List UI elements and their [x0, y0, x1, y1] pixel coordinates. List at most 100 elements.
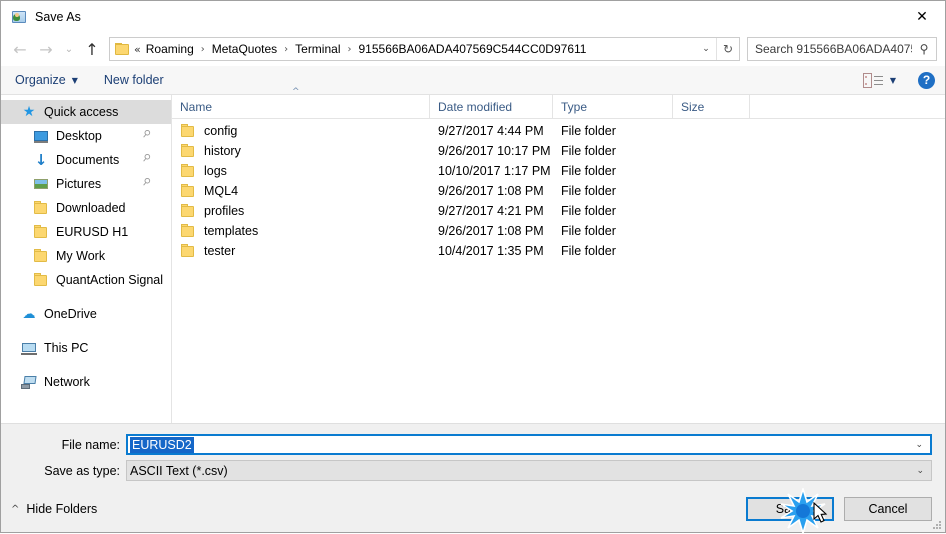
navigation-pane: ★ Quick access Desktop ⚲ ↓ Documents ⚲ P… — [1, 95, 172, 423]
breadcrumb-item-metaquotes[interactable]: MetaQuotes — [210, 42, 279, 56]
sidebar-item-label: My Work — [56, 249, 106, 263]
resize-grip[interactable] — [931, 519, 941, 529]
forward-button[interactable]: → — [33, 36, 59, 62]
breadcrumb-overflow-icon[interactable]: « — [134, 43, 144, 56]
address-dropdown-icon[interactable]: ⌄ — [696, 38, 716, 60]
sidebar-item-documents[interactable]: ↓ Documents ⚲ — [1, 148, 171, 172]
column-headers: Name ^ Date modified Type Size — [172, 87, 945, 119]
back-button[interactable]: ← — [7, 36, 33, 62]
column-header-name[interactable]: Name ^ — [172, 87, 430, 118]
file-date-cell: 9/27/2017 4:44 PM — [438, 124, 544, 138]
folder-icon — [180, 223, 196, 239]
folder-icon — [180, 123, 196, 139]
view-layout-icon[interactable] — [862, 72, 883, 88]
cloud-icon: ☁ — [22, 307, 36, 322]
sidebar-item-quick-access[interactable]: ★ Quick access — [1, 100, 171, 124]
file-name-label: MQL4 — [204, 184, 239, 198]
file-name-row: File name: EURUSD2 ⌄ — [1, 434, 932, 455]
column-header-type[interactable]: Type — [553, 95, 673, 118]
sort-ascending-icon: ^ — [292, 87, 300, 97]
sidebar-item-quantaction-signal[interactable]: QuantAction Signal — [1, 268, 171, 292]
star-icon: ★ — [22, 104, 36, 120]
close-icon[interactable]: ✕ — [899, 1, 945, 32]
organize-button[interactable]: Organize ▼ — [15, 73, 78, 87]
file-name-label: config — [204, 124, 238, 138]
chevron-up-icon: ^ — [11, 503, 20, 515]
sidebar-item-my-work[interactable]: My Work — [1, 244, 171, 268]
file-date-cell: 9/26/2017 1:08 PM — [438, 184, 544, 198]
chevron-down-icon[interactable]: ⌄ — [915, 440, 923, 450]
recent-locations-button[interactable]: ⌄ — [59, 36, 79, 62]
table-row[interactable]: logs 10/10/2017 1:17 PM File folder — [172, 161, 945, 181]
file-list-pane: Name ^ Date modified Type Size config 9/… — [172, 87, 945, 423]
breadcrumb: « Roaming › MetaQuotes › Terminal › 9155… — [134, 42, 696, 56]
refresh-icon[interactable]: ↻ — [716, 38, 739, 60]
up-button[interactable]: ↑ — [79, 36, 105, 62]
sidebar-item-onedrive[interactable]: ☁ OneDrive — [1, 302, 171, 326]
monitor-icon — [33, 128, 49, 144]
file-type-cell: File folder — [561, 144, 616, 158]
sidebar-item-label: Network — [44, 375, 90, 389]
file-name-cell: tester — [172, 243, 430, 259]
table-row[interactable]: config 9/27/2017 4:44 PM File folder — [172, 121, 945, 141]
folder-icon — [180, 243, 196, 259]
sidebar-item-network[interactable]: Network — [1, 370, 171, 394]
save-as-type-select[interactable]: ASCII Text (*.csv) ⌄ — [126, 460, 932, 481]
breadcrumb-item-terminal[interactable]: Terminal — [293, 42, 342, 56]
file-name-cell: config — [172, 123, 430, 139]
save-as-type-row: Save as type: ASCII Text (*.csv) ⌄ — [1, 460, 932, 481]
sidebar-item-label: Pictures — [56, 177, 102, 191]
this-pc-icon — [21, 340, 37, 356]
table-row[interactable]: history 9/26/2017 10:17 PM File folder — [172, 141, 945, 161]
view-options-chevron-icon[interactable]: ▼ — [890, 76, 896, 85]
search-input[interactable]: Search 915566BA06ADA40756... — [748, 42, 912, 56]
column-header-size[interactable]: Size — [673, 95, 750, 118]
table-row[interactable]: tester 10/4/2017 1:35 PM File folder — [172, 241, 945, 261]
search-box[interactable]: Search 915566BA06ADA40756... ⚲ — [747, 37, 937, 61]
file-name-label: templates — [204, 224, 259, 238]
file-type-cell: File folder — [561, 164, 616, 178]
table-row[interactable]: profiles 9/27/2017 4:21 PM File folder — [172, 201, 945, 221]
breadcrumb-separator-icon: › — [347, 43, 352, 55]
save-as-type-value: ASCII Text (*.csv) — [130, 463, 228, 478]
breadcrumb-item-roaming[interactable]: Roaming — [144, 42, 196, 56]
sidebar-item-eurusd-h1[interactable]: EURUSD H1 — [1, 220, 171, 244]
breadcrumb-item-guid[interactable]: 915566BA06ADA407569C544CC0D97611 — [357, 42, 589, 56]
documents-icon: ↓ — [34, 151, 48, 169]
file-type-cell: File folder — [561, 224, 616, 238]
navigation-bar: ← → ⌄ ↑ « Roaming › MetaQuotes › Termina… — [1, 32, 945, 66]
sidebar-item-pictures[interactable]: Pictures ⚲ — [1, 172, 171, 196]
folder-icon — [180, 143, 196, 159]
file-type-cell: File folder — [561, 244, 616, 258]
chevron-down-icon: ▼ — [71, 75, 78, 85]
sidebar-item-label: Quick access — [44, 105, 119, 119]
content-area: ★ Quick access Desktop ⚲ ↓ Documents ⚲ P… — [1, 87, 945, 423]
sidebar-item-label: OneDrive — [44, 307, 97, 321]
hide-folders-button[interactable]: ^ Hide Folders — [11, 502, 97, 516]
file-name-input[interactable]: EURUSD2 ⌄ — [126, 434, 932, 455]
sidebar-item-label: Documents — [56, 153, 120, 167]
file-name-label: logs — [204, 164, 227, 178]
address-bar[interactable]: « Roaming › MetaQuotes › Terminal › 9155… — [109, 37, 740, 61]
sidebar-item-desktop[interactable]: Desktop ⚲ — [1, 124, 171, 148]
file-name-cell: logs — [172, 163, 430, 179]
help-button[interactable]: ? — [918, 71, 935, 89]
title-bar: Save As ✕ — [1, 1, 945, 32]
save-button[interactable]: Save — [746, 497, 834, 521]
save-as-dialog: Save As ✕ ← → ⌄ ↑ « Roaming › MetaQuotes… — [0, 0, 946, 534]
file-name-label: File name: — [61, 437, 120, 452]
chevron-down-icon[interactable]: ⌄ — [916, 466, 924, 476]
window-title: Save As — [35, 9, 81, 24]
sidebar-item-downloaded[interactable]: Downloaded — [1, 196, 171, 220]
column-header-date-modified[interactable]: Date modified — [430, 95, 553, 118]
sidebar-item-label: EURUSD H1 — [56, 225, 129, 239]
hide-folders-label: Hide Folders — [26, 502, 98, 516]
breadcrumb-separator-icon: › — [284, 43, 289, 55]
folder-icon — [33, 248, 49, 264]
cancel-button[interactable]: Cancel — [844, 497, 932, 521]
pictures-icon — [33, 176, 49, 192]
new-folder-button[interactable]: New folder — [104, 73, 164, 87]
sidebar-item-this-pc[interactable]: This PC — [1, 336, 171, 360]
table-row[interactable]: templates 9/26/2017 1:08 PM File folder — [172, 221, 945, 241]
table-row[interactable]: MQL4 9/26/2017 1:08 PM File folder — [172, 181, 945, 201]
